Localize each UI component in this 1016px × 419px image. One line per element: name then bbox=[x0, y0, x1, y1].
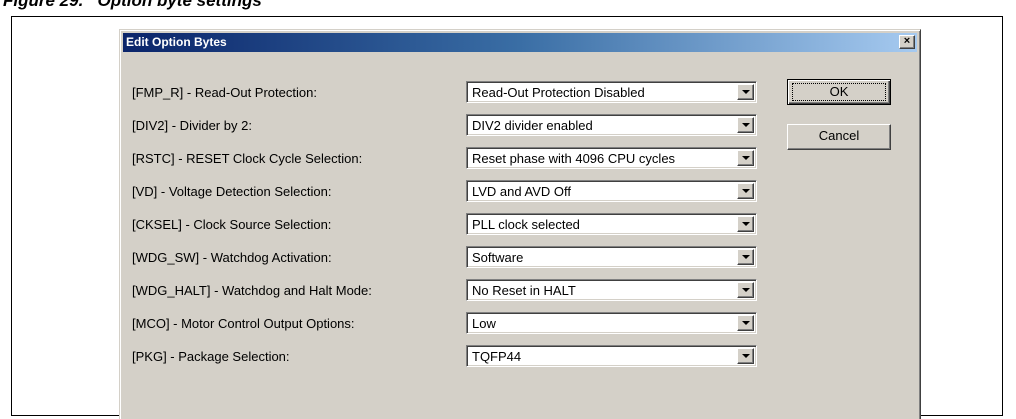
chevron-down-icon[interactable] bbox=[737, 216, 754, 232]
select-vd[interactable]: LVD and AVD Off bbox=[466, 180, 757, 202]
chevron-down-icon[interactable] bbox=[737, 117, 754, 133]
close-button[interactable]: × bbox=[899, 35, 915, 49]
label-rstc: [RSTC] - RESET Clock Cycle Selection: bbox=[132, 151, 363, 166]
chevron-down-icon[interactable] bbox=[737, 282, 754, 298]
select-value: Low bbox=[472, 316, 496, 331]
select-value: TQFP44 bbox=[472, 349, 522, 364]
dialog-titlebar[interactable]: Edit Option Bytes × bbox=[123, 33, 917, 52]
select-cksel[interactable]: PLL clock selected bbox=[466, 213, 757, 235]
select-mco[interactable]: Low bbox=[466, 312, 757, 334]
select-value: LVD and AVD Off bbox=[472, 184, 571, 199]
select-value: PLL clock selected bbox=[472, 217, 580, 232]
label-div2: [DIV2] - Divider by 2: bbox=[132, 118, 252, 133]
select-div2[interactable]: DIV2 divider enabled bbox=[466, 114, 757, 136]
label-wdg-halt: [WDG_HALT] - Watchdog and Halt Mode: bbox=[132, 283, 372, 298]
label-cksel: [CKSEL] - Clock Source Selection: bbox=[132, 217, 332, 232]
select-wdg-sw[interactable]: Software bbox=[466, 246, 757, 268]
label-mco: [MCO] - Motor Control Output Options: bbox=[132, 316, 355, 331]
label-wdg-sw: [WDG_SW] - Watchdog Activation: bbox=[132, 250, 332, 265]
select-fmp-r[interactable]: Read-Out Protection Disabled bbox=[466, 81, 757, 103]
ok-button-label: OK bbox=[792, 83, 886, 101]
select-value: No Reset in HALT bbox=[472, 283, 576, 298]
select-wdg-halt[interactable]: No Reset in HALT bbox=[466, 279, 757, 301]
select-value: Reset phase with 4096 CPU cycles bbox=[472, 151, 676, 166]
chevron-down-icon[interactable] bbox=[737, 150, 754, 166]
chevron-down-icon[interactable] bbox=[737, 315, 754, 331]
ok-button[interactable]: OK bbox=[787, 79, 891, 105]
chevron-down-icon[interactable] bbox=[737, 183, 754, 199]
select-rstc[interactable]: Reset phase with 4096 CPU cycles bbox=[466, 147, 757, 169]
select-value: Read-Out Protection Disabled bbox=[472, 85, 645, 100]
select-value: Software bbox=[472, 250, 524, 265]
select-pkg[interactable]: TQFP44 bbox=[466, 345, 757, 367]
select-value: DIV2 divider enabled bbox=[472, 118, 593, 133]
close-icon: × bbox=[903, 35, 911, 47]
chevron-down-icon[interactable] bbox=[737, 348, 754, 364]
label-vd: [VD] - Voltage Detection Selection: bbox=[132, 184, 332, 199]
edit-option-bytes-dialog: Edit Option Bytes × [FMP_R] - Read-Out P… bbox=[119, 29, 921, 419]
label-pkg: [PKG] - Package Selection: bbox=[132, 349, 290, 364]
chevron-down-icon[interactable] bbox=[737, 84, 754, 100]
cancel-button[interactable]: Cancel bbox=[787, 124, 891, 150]
dialog-title: Edit Option Bytes bbox=[126, 35, 227, 49]
figure-caption: Figure 29. Option byte settings bbox=[3, 0, 262, 10]
chevron-down-icon[interactable] bbox=[737, 249, 754, 265]
label-fmp-r: [FMP_R] - Read-Out Protection: bbox=[132, 85, 317, 100]
